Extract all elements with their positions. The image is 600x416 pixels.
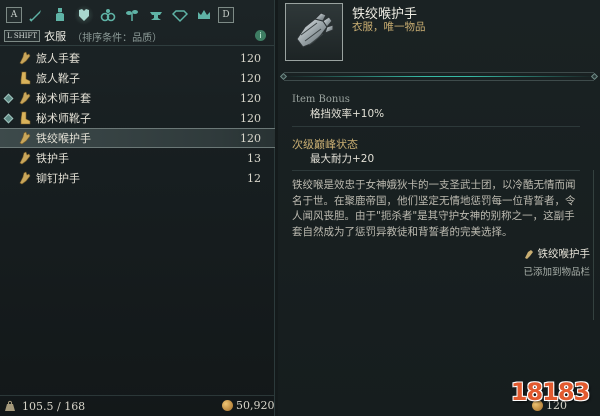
- item-weight: 12: [247, 171, 261, 185]
- category-title: 衣服: [44, 30, 67, 43]
- sort-row: L SHIFT 衣服 （排序条件：品质） i: [4, 28, 270, 44]
- item-detail-panel: 铁绞喉护手 衣服，唯一物品 Item Bonus 格挡效率+10% 次级巅峰状态…: [278, 0, 600, 416]
- herb-icon[interactable]: [122, 5, 142, 25]
- item-name: 秘术师手套: [36, 92, 91, 105]
- bonus-stat-label: 格挡效率: [310, 108, 352, 120]
- inventory-item[interactable]: 铆钉护手 12: [0, 168, 275, 188]
- bonus-title: Item Bonus: [292, 94, 350, 105]
- added-item-name: 铁绞喉护手: [537, 248, 591, 260]
- info-icon[interactable]: i: [255, 30, 266, 41]
- divider-glow: [284, 76, 594, 77]
- item-description: 铁绞喉是效忠于女神娥狄卡的一支圣武士团，以冷酷无情而闻名于世。在聚鹿帝国，他们坚…: [292, 179, 576, 238]
- sort-key-badge[interactable]: L SHIFT: [4, 30, 41, 42]
- potion-icon[interactable]: [50, 5, 70, 25]
- inventory-panel: A D L SHIFT 衣服 （排序条件：品质） i 旅人手套 120 旅人靴子…: [0, 0, 275, 416]
- inventory-footer: 105.5 / 168 50,920: [0, 396, 275, 416]
- next-category-key[interactable]: D: [218, 7, 234, 23]
- bonus-stat-value: +10%: [352, 108, 385, 120]
- watermark-logo: 18183: [510, 378, 591, 406]
- armor-icon[interactable]: [74, 5, 94, 25]
- glove-icon: [524, 249, 533, 259]
- gold-amount: 50,920: [236, 399, 275, 412]
- item-thumbnail: [285, 3, 343, 61]
- peak-stat-value: +20: [352, 153, 375, 165]
- divider-ornament: [279, 72, 288, 81]
- sort-hint: （排序条件：品质）: [72, 32, 163, 44]
- gauntlet-icon: [296, 12, 334, 48]
- item-weight: 13: [247, 151, 261, 165]
- gold-coin-icon: [222, 400, 233, 411]
- glove-icon: [18, 51, 32, 65]
- glove-icon: [18, 131, 32, 145]
- divider: [0, 45, 274, 46]
- glove-icon: [18, 91, 32, 105]
- item-name: 旅人手套: [36, 52, 80, 65]
- inventory-item[interactable]: 旅人靴子 120: [0, 68, 275, 88]
- divider: [292, 126, 580, 127]
- carry-weight: 105.5 / 168: [22, 399, 86, 413]
- item-weight: 120: [240, 71, 261, 85]
- equipped-marker-icon: [3, 93, 14, 103]
- divider: [284, 80, 594, 81]
- category-bar: A D: [6, 4, 268, 26]
- gem-icon[interactable]: [170, 5, 190, 25]
- inventory-item[interactable]: 秘术师手套 120: [0, 88, 275, 108]
- peak-stat-label: 最大耐力: [310, 153, 352, 165]
- item-name: 秘术师靴子: [36, 112, 91, 125]
- peak-title: 次级巅峰状态: [292, 138, 358, 151]
- glove-icon: [18, 171, 32, 185]
- added-note: 已添加到物品栏: [523, 267, 590, 278]
- weight-icon: [5, 400, 15, 411]
- inventory-item[interactable]: 旅人手套 120: [0, 48, 275, 68]
- added-notification: 铁绞喉护手 已添加到物品栏: [523, 246, 591, 278]
- bonus-stat: 格挡效率+10%: [310, 106, 384, 121]
- divider-ornament: [590, 72, 599, 81]
- inventory-item[interactable]: 铁绞喉护手 120: [0, 128, 275, 148]
- equipped-marker-icon: [3, 113, 14, 123]
- item-weight: 120: [240, 111, 261, 125]
- prev-category-key[interactable]: A: [6, 7, 22, 23]
- item-name: 铁绞喉护手: [36, 132, 91, 145]
- item-weight: 120: [240, 91, 261, 105]
- inventory-item[interactable]: 秘术师靴子 120: [0, 108, 275, 128]
- item-list: 旅人手套 120 旅人靴子 120 秘术师手套 120 秘术师靴子 120 铁绞喉护手 120 铁护…: [0, 48, 275, 188]
- peak-stat: 最大耐力+20: [310, 151, 374, 166]
- item-name: 铁护手: [36, 152, 69, 165]
- ring-icon[interactable]: [98, 5, 118, 25]
- item-weight: 120: [240, 51, 261, 65]
- item-weight: 120: [240, 131, 261, 145]
- divider: [284, 72, 594, 73]
- glove-icon: [18, 151, 32, 165]
- anvil-icon[interactable]: [146, 5, 166, 25]
- inventory-item[interactable]: 铁护手 13: [0, 148, 275, 168]
- sword-icon[interactable]: [26, 5, 46, 25]
- item-type: 衣服，唯一物品: [352, 21, 426, 33]
- crown-icon[interactable]: [194, 5, 214, 25]
- boot-icon: [18, 111, 32, 125]
- item-name: 旅人靴子: [36, 72, 80, 85]
- item-name: 铆钉护手: [36, 172, 80, 185]
- boot-icon: [18, 71, 32, 85]
